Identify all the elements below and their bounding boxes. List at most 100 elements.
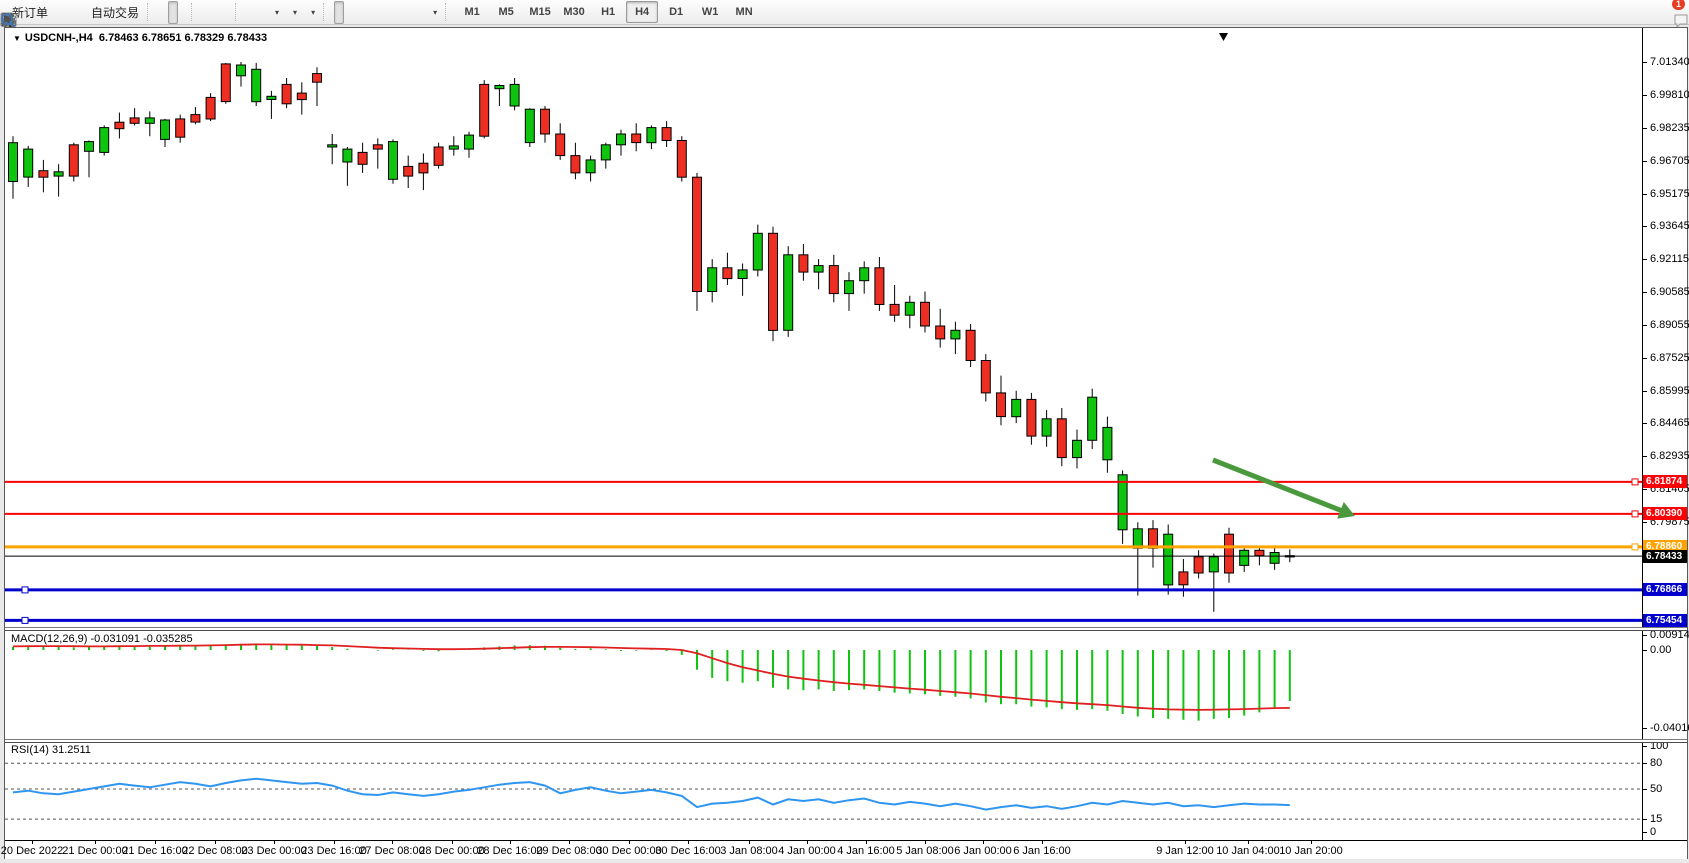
candle-body [1027, 399, 1036, 436]
time-axis[interactable]: 20 Dec 202221 Dec 00:0021 Dec 16:0022 De… [5, 840, 1687, 859]
timeframe-button-MN[interactable]: MN [728, 1, 760, 23]
rsi-tick-label: 15 [1650, 813, 1662, 825]
rsi-label: RSI(14) 31.2511 [11, 744, 91, 756]
time-label: 3 Jan 08:00 [720, 845, 778, 857]
chat-button[interactable]: 1 [1671, 1, 1681, 24]
candle-body [449, 146, 458, 149]
add-chart-button[interactable]: ▾ [266, 1, 284, 24]
toolbar-separator [445, 3, 453, 21]
candle-body [799, 255, 808, 272]
time-label: 6 Jan 00:00 [954, 845, 1012, 857]
chart-window: ▼USDCNH-,H4 6.78463 6.78651 6.78329 6.78… [4, 27, 1688, 859]
time-tick [569, 841, 570, 844]
candle-body [662, 128, 671, 141]
candle-body [617, 134, 626, 145]
publisher-button[interactable] [63, 1, 73, 24]
time-label: 28 Dec 00:00 [419, 845, 484, 857]
candle-body [1194, 557, 1203, 573]
candle-body [677, 141, 686, 178]
axis-tick [1643, 489, 1647, 490]
candle-body [647, 128, 656, 143]
candle-body [1088, 397, 1097, 440]
crosshair-button[interactable] [344, 1, 354, 24]
level-anchor[interactable] [22, 617, 28, 623]
candle-body [845, 281, 854, 294]
zoom-in-button[interactable] [202, 1, 212, 24]
candle-body [221, 64, 230, 102]
horizontal-line-button[interactable] [364, 1, 374, 24]
text-button[interactable]: A [404, 1, 414, 24]
signal-button[interactable] [73, 1, 83, 24]
axis-tick [1643, 650, 1647, 651]
level-anchor[interactable] [22, 587, 28, 593]
candle-body [1103, 427, 1112, 459]
level-anchor[interactable] [1632, 479, 1638, 485]
trendline-button[interactable] [374, 1, 384, 24]
fibonacci-button[interactable]: F [394, 1, 404, 24]
auto-trading-button[interactable]: 自动交易 [83, 1, 144, 24]
price-axis-gutter[interactable]: 7.013406.998106.982356.967056.951756.936… [1642, 28, 1687, 840]
macd-signal-line [13, 644, 1290, 710]
candle-body [556, 134, 565, 156]
line-chart-button[interactable] [178, 1, 188, 24]
candle-body [586, 160, 595, 173]
level-anchor[interactable] [1632, 511, 1638, 517]
timeframe-button-M1[interactable]: M1 [456, 1, 488, 23]
chart-title: ▼USDCNH-,H4 6.78463 6.78651 6.78329 6.78… [13, 32, 267, 44]
collapse-arrow-icon[interactable]: ▼ [13, 34, 21, 43]
timeframe-button-M30[interactable]: M30 [558, 1, 590, 23]
timeframe-button-H4[interactable]: H4 [626, 1, 658, 23]
price-tick-label: 6.96705 [1650, 155, 1689, 167]
time-tick [925, 841, 926, 844]
axis-tick [1643, 763, 1647, 764]
panel-separator[interactable] [5, 739, 1687, 743]
timeframe-button-D1[interactable]: D1 [660, 1, 692, 23]
bar-chart-button[interactable] [158, 1, 168, 24]
template-button[interactable]: ▾ [302, 1, 320, 24]
gold-button[interactable] [53, 1, 63, 24]
channel-button[interactable]: E [384, 1, 394, 24]
candle-body [39, 171, 48, 178]
timeframe-button-M15[interactable]: M15 [524, 1, 556, 23]
candle-body [85, 142, 94, 152]
arrows-button[interactable]: ▾ [424, 1, 442, 24]
timeframe-button-M5[interactable]: M5 [490, 1, 522, 23]
axis-tick [1643, 391, 1647, 392]
panel-separator[interactable] [5, 627, 1687, 631]
level-anchor[interactable] [1632, 544, 1638, 550]
candle-body [905, 302, 914, 315]
price-tag: 6.75454 [1643, 614, 1687, 627]
time-label: 30 Dec 00:00 [596, 845, 661, 857]
candle-body [1255, 550, 1264, 555]
vertical-line-button[interactable] [354, 1, 364, 24]
timeframe-button-W1[interactable]: W1 [694, 1, 726, 23]
timeframe-button-H1[interactable]: H1 [592, 1, 624, 23]
main-toolbar: 新订单 自动交易 ▾ ▾ [0, 0, 1689, 25]
tile-windows-button[interactable] [222, 1, 232, 24]
axis-tick [1643, 292, 1647, 293]
candle-body [860, 268, 869, 281]
price-tick-label: 6.95175 [1650, 188, 1689, 200]
trend-arrow-shaft[interactable] [1213, 460, 1346, 512]
text-label-button[interactable]: T [414, 1, 424, 24]
candlestick-chart-button[interactable] [168, 1, 178, 24]
time-tick [983, 841, 984, 844]
cursor-button[interactable] [334, 1, 344, 24]
candle-body [1179, 572, 1188, 585]
candle-body [1118, 475, 1127, 530]
candle-body [1240, 550, 1249, 565]
price-tag: 6.81874 [1643, 475, 1687, 488]
candle-body [708, 268, 717, 292]
time-tick [1248, 841, 1249, 844]
indicator-window-button[interactable] [256, 1, 266, 24]
zoom-out-button[interactable] [212, 1, 222, 24]
search-button[interactable] [1659, 1, 1669, 24]
candle-body [784, 255, 793, 330]
candle-body [814, 266, 823, 273]
time-label: 30 Dec 16:00 [655, 845, 720, 857]
indicators-button[interactable] [246, 1, 256, 24]
period-clock-button[interactable]: ▾ [284, 1, 302, 24]
candle-body [495, 86, 504, 89]
candle-body [252, 69, 261, 101]
candle-body [465, 135, 474, 149]
